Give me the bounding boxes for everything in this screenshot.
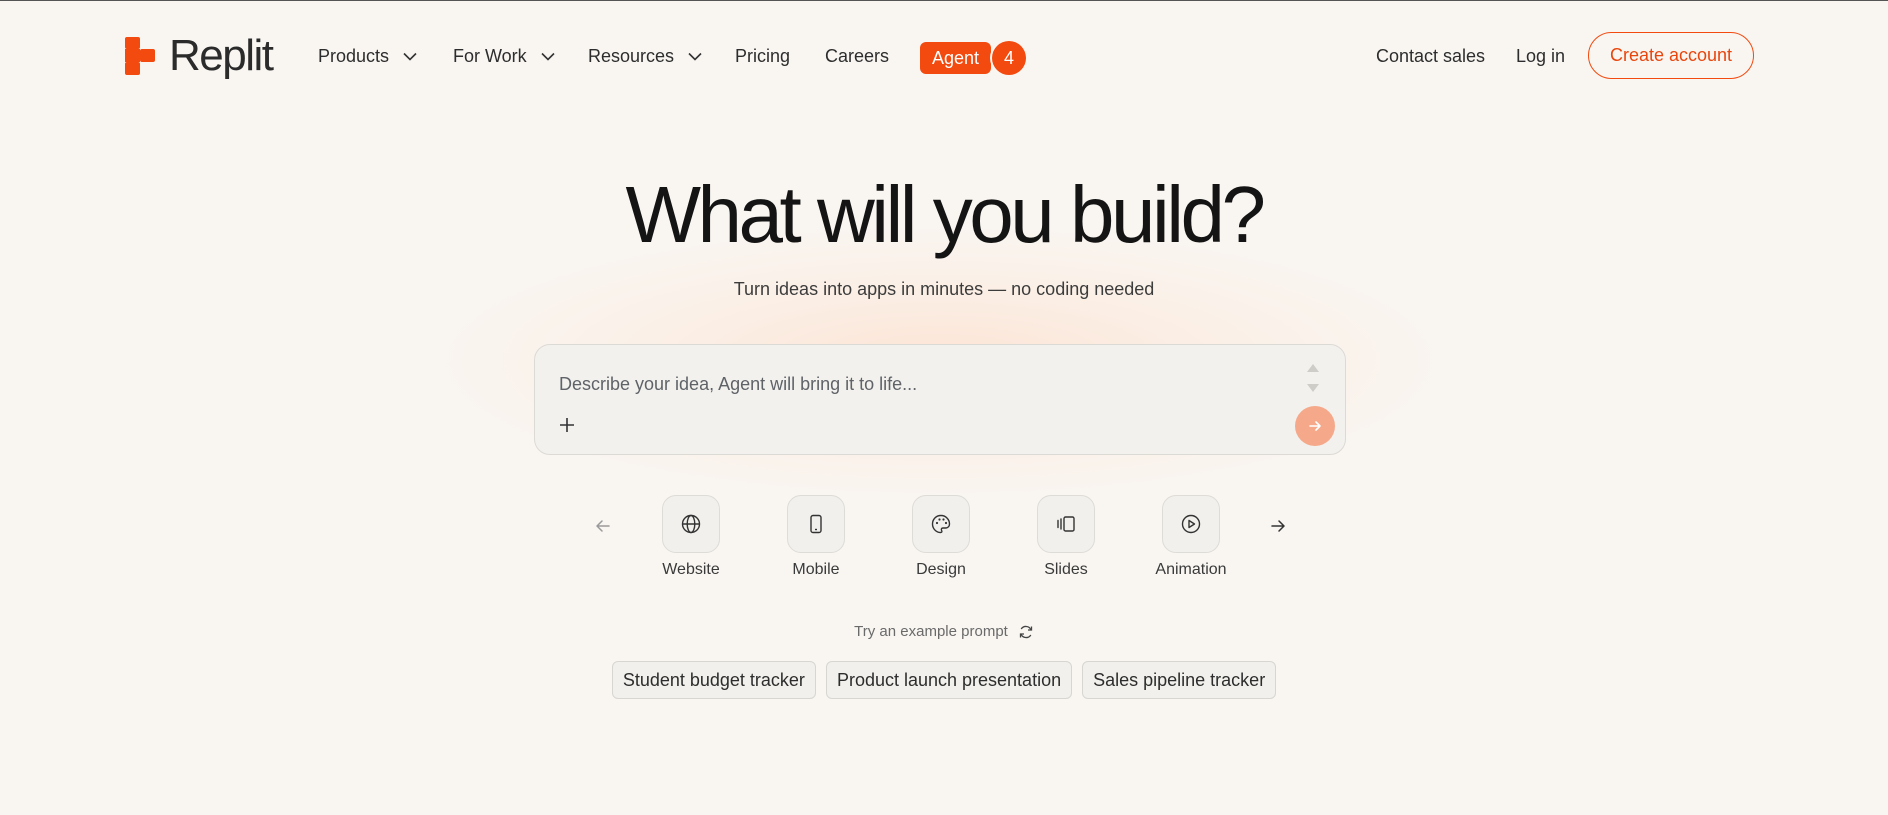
category-label: Animation (1155, 561, 1227, 578)
nav-careers-label: Careers (825, 46, 890, 66)
scroll-down-icon[interactable] (1307, 384, 1319, 392)
category-mobile-tile (787, 495, 845, 553)
mobile-icon (810, 514, 822, 534)
example-chip-budget-tracker[interactable]: Student budget tracker (611, 661, 816, 699)
create-account-button[interactable]: Create account (1588, 32, 1754, 79)
category-label: Slides (1044, 561, 1088, 578)
category-mobile[interactable]: Mobile (766, 495, 866, 579)
slides-icon (1057, 516, 1075, 532)
chevron-down-icon (688, 52, 702, 61)
category-website-tile (662, 495, 720, 553)
contact-sales-link[interactable]: Contact sales (1376, 45, 1485, 67)
replit-logo[interactable]: Replit (125, 31, 274, 80)
category-slides-tile (1037, 495, 1095, 553)
scroll-up-icon[interactable] (1307, 364, 1319, 372)
add-attachment-icon[interactable] (557, 415, 577, 435)
carousel-next-icon[interactable] (1268, 516, 1288, 536)
chevron-down-icon (541, 52, 555, 61)
nav-for-work-label: For Work (453, 46, 527, 66)
nav-for-work[interactable]: For Work (453, 45, 555, 67)
refresh-icon[interactable] (1018, 624, 1034, 640)
globe-icon (681, 514, 701, 534)
chevron-down-icon (403, 52, 417, 61)
example-prompt-chips: Student budget tracker Product launch pr… (0, 661, 1888, 699)
example-chip-pipeline-tracker[interactable]: Sales pipeline tracker (1082, 661, 1277, 699)
category-animation-tile (1162, 495, 1220, 553)
nav-products-label: Products (318, 46, 390, 66)
send-button[interactable] (1295, 406, 1335, 446)
nav-pricing-label: Pricing (735, 46, 791, 66)
carousel-prev-icon[interactable] (593, 516, 613, 536)
nav-products[interactable]: Products (318, 45, 417, 67)
category-animation[interactable]: Animation (1141, 495, 1241, 579)
category-slides[interactable]: Slides (1016, 495, 1116, 579)
agent-label: Agent (932, 47, 980, 68)
category-website[interactable]: Website (641, 495, 741, 579)
agent-button[interactable]: Agent (920, 42, 992, 74)
example-chip-launch-presentation[interactable]: Product launch presentation (825, 661, 1073, 699)
nav-resources-label: Resources (588, 46, 675, 66)
login-link[interactable]: Log in (1516, 45, 1565, 67)
agent-version-badge: 4 (992, 41, 1026, 75)
page-title: What will you build? (625, 170, 1267, 259)
play-icon (1181, 514, 1201, 534)
nav-pricing[interactable]: Pricing (735, 45, 790, 67)
nav-careers[interactable]: Careers (825, 45, 889, 67)
prompt-input[interactable] (557, 369, 1261, 399)
arrow-right-icon (1309, 421, 1321, 431)
example-prompt-label: Try an example prompt (854, 623, 1008, 640)
page-subtitle: Turn ideas into apps in minutes — no cod… (733, 279, 1155, 299)
example-prompt-header: Try an example prompt (0, 623, 1888, 640)
category-design-tile (912, 495, 970, 553)
category-label: Mobile (792, 561, 840, 578)
nav-resources[interactable]: Resources (588, 45, 702, 67)
prompt-box (534, 344, 1346, 455)
replit-logo-icon (125, 37, 155, 75)
category-label: Design (916, 561, 966, 578)
top-nav: Replit Products For Work Resources Prici… (0, 1, 1888, 111)
category-design[interactable]: Design (891, 495, 991, 579)
palette-icon (931, 514, 951, 534)
category-label: Website (662, 561, 720, 578)
brand-name: Replit (169, 31, 274, 80)
